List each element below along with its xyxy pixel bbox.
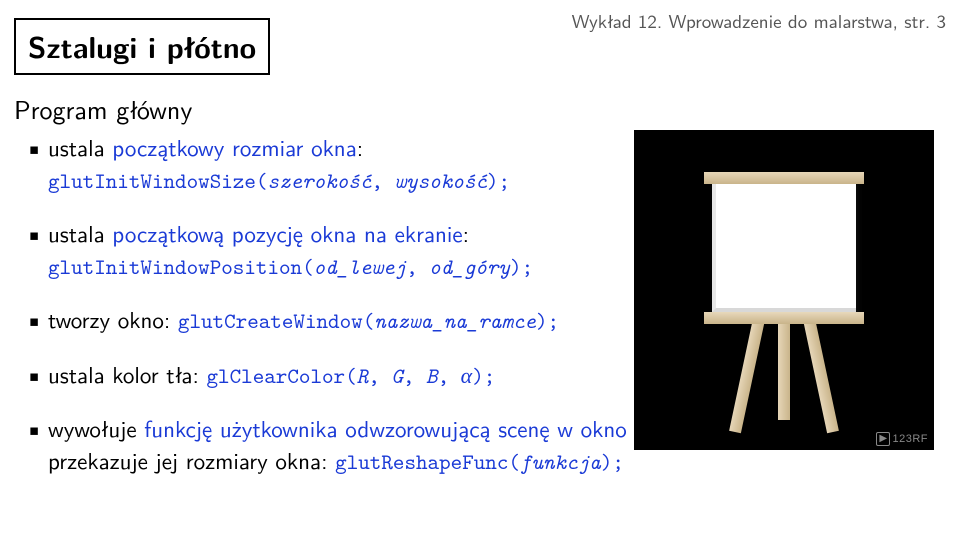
text: przekazuje jej rozmiary okna: — [48, 443, 335, 477]
code-arg: wysokość — [395, 166, 487, 195]
code-arg: od_lewej — [314, 252, 406, 281]
code-func: glutReshapeFunc( — [335, 447, 520, 476]
text: ustala — [48, 216, 112, 250]
code-sep: , — [368, 361, 391, 390]
code-sep: , — [371, 166, 394, 195]
code-func: glutCreateWindow( — [178, 306, 374, 335]
highlight-text: początkową pozycję okna na ekranie — [112, 216, 462, 250]
code-tail: ); — [536, 306, 559, 335]
text: tworzy okno: — [48, 302, 178, 336]
code-arg: od_góry — [429, 252, 510, 281]
code-func: glutInitWindowSize( — [48, 166, 267, 195]
title-wrap: Sztalugi i płótno — [14, 18, 270, 75]
code-arg: funkcja — [520, 447, 601, 476]
code-sep: , — [406, 252, 429, 281]
text: ustala — [48, 130, 112, 164]
code-func: glClearColor( — [207, 361, 357, 390]
code-arg: nazwa_na_ramce — [374, 306, 536, 335]
list-item: ustala początkową pozycję okna na ekrani… — [14, 218, 604, 282]
code-arg-alpha: α — [461, 363, 473, 388]
image-watermark: ▶123RF — [876, 432, 928, 446]
bullet-list: ustala początkowy rozmiar okna: glutInit… — [14, 132, 604, 477]
highlight-text: funkcję użytkownika odwzorowującą scenę … — [144, 411, 627, 445]
text: : — [357, 130, 363, 164]
code-arg: R — [357, 361, 369, 390]
text: ustala kolor tła: — [48, 357, 207, 391]
highlight-text: początkowy rozmiar okna — [112, 130, 356, 164]
text: : — [463, 216, 469, 250]
list-item: ustala kolor tła: glClearColor(R, G, B, … — [14, 359, 604, 391]
slide-subhead: Program główny — [14, 90, 192, 128]
code-tail: ); — [487, 166, 510, 195]
code-sep: , — [438, 361, 461, 390]
code-arg: B — [426, 361, 438, 390]
code-tail: ); — [510, 252, 533, 281]
slide-title: Sztalugi i płótno — [14, 18, 270, 75]
code-arg: G — [391, 361, 403, 390]
code-sep: , — [403, 361, 426, 390]
code-tail: ); — [601, 447, 624, 476]
slide-header: Wykład 12. Wprowadzenie do malarstwa, st… — [572, 6, 946, 34]
code-func: glutInitWindowPosition( — [48, 252, 314, 281]
content-area: ustala początkowy rozmiar okna: glutInit… — [14, 132, 604, 499]
watermark-text: 123RF — [892, 433, 928, 445]
easel-image: ▶123RF — [634, 130, 934, 450]
code-arg: szerokość — [267, 166, 371, 195]
list-item: ustala początkowy rozmiar okna: glutInit… — [14, 132, 604, 196]
canvas-panel — [712, 178, 856, 312]
easel-bar — [704, 312, 864, 324]
code-tail: ); — [472, 361, 495, 390]
easel-bar — [704, 172, 864, 184]
watermark-icon: ▶ — [876, 432, 890, 446]
text: wywołuje — [48, 411, 144, 445]
list-item: tworzy okno: glutCreateWindow(nazwa_na_r… — [14, 304, 604, 336]
